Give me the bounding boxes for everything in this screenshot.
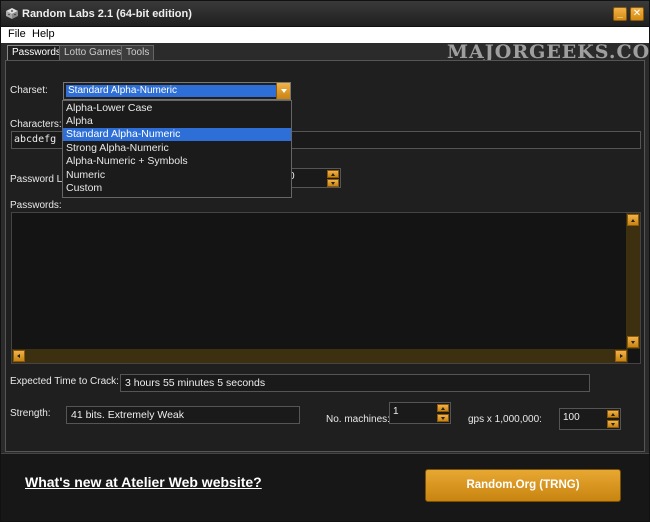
charset-option[interactable]: Alpha-Numeric + Symbols bbox=[63, 155, 291, 168]
charset-option[interactable]: Alpha-Lower Case bbox=[63, 102, 291, 115]
charset-option[interactable]: Alpha bbox=[63, 115, 291, 128]
menu-file[interactable]: File bbox=[8, 28, 26, 40]
password-length-spinner[interactable]: 0 bbox=[285, 168, 341, 188]
charset-option-selected[interactable]: Standard Alpha-Numeric bbox=[63, 128, 291, 141]
scroll-left-button[interactable] bbox=[13, 350, 25, 362]
charset-option[interactable]: Strong Alpha-Numeric bbox=[63, 142, 291, 155]
arrow-up-icon bbox=[631, 219, 635, 222]
charset-combobox[interactable]: Standard Alpha-Numeric bbox=[63, 82, 291, 100]
tab-tools[interactable]: Tools bbox=[121, 45, 155, 60]
machines-decrement-button[interactable] bbox=[437, 414, 449, 422]
gps-value: 100 bbox=[563, 412, 580, 423]
machines-value: 1 bbox=[393, 406, 399, 417]
arrow-down-icon bbox=[331, 182, 335, 185]
crack-time-value: 3 hours 55 minutes 5 seconds bbox=[120, 374, 590, 392]
gps-spinner[interactable]: 100 bbox=[559, 408, 621, 430]
scroll-right-button[interactable] bbox=[615, 350, 627, 362]
machines-increment-button[interactable] bbox=[437, 404, 449, 412]
scroll-up-button[interactable] bbox=[627, 214, 639, 226]
charset-option[interactable]: Numeric bbox=[63, 169, 291, 182]
chevron-down-icon bbox=[281, 89, 287, 93]
passwords-panel: Charset: Standard Alpha-Numeric Characte… bbox=[5, 60, 645, 452]
close-button[interactable]: ✕ bbox=[630, 7, 644, 21]
length-decrement-button[interactable] bbox=[327, 179, 339, 187]
passwords-output[interactable] bbox=[11, 212, 641, 364]
crack-time-label: Expected Time to Crack: bbox=[10, 376, 119, 387]
machines-spinner[interactable]: 1 bbox=[389, 402, 451, 424]
app-dice-icon bbox=[6, 8, 18, 19]
charset-label: Charset: bbox=[10, 85, 48, 96]
menu-help[interactable]: Help bbox=[32, 28, 55, 40]
arrow-up-icon bbox=[331, 173, 335, 176]
arrow-left-icon bbox=[17, 354, 20, 358]
strength-value: 41 bits. Extremely Weak bbox=[66, 406, 300, 424]
gps-label: gps x 1,000,000: bbox=[468, 414, 542, 425]
title-bar: Random Labs 2.1 (64-bit edition) _ ✕ bbox=[1, 1, 649, 27]
arrow-up-icon bbox=[441, 407, 445, 410]
arrow-up-icon bbox=[611, 413, 615, 416]
arrow-down-icon bbox=[631, 341, 635, 344]
gps-increment-button[interactable] bbox=[607, 410, 619, 418]
scroll-down-button[interactable] bbox=[627, 336, 639, 348]
charset-dropdown-list: Alpha-Lower Case Alpha Standard Alpha-Nu… bbox=[62, 100, 292, 198]
tab-lotto-games[interactable]: Lotto Games bbox=[59, 45, 127, 60]
random-org-button[interactable]: Random.Org (TRNG) bbox=[425, 469, 621, 502]
characters-label: Characters: bbox=[10, 119, 62, 130]
passwords-label: Passwords: bbox=[10, 200, 62, 211]
arrow-down-icon bbox=[441, 417, 445, 420]
length-increment-button[interactable] bbox=[327, 170, 339, 178]
minimize-button[interactable]: _ bbox=[613, 7, 627, 21]
footer-bar: What's new at Atelier Web website? Rando… bbox=[1, 453, 649, 521]
charset-dropdown-button[interactable] bbox=[276, 83, 290, 99]
horizontal-scrollbar[interactable] bbox=[12, 349, 628, 363]
whats-new-link[interactable]: What's new at Atelier Web website? bbox=[25, 474, 262, 490]
app-window: Random Labs 2.1 (64-bit edition) _ ✕ Fil… bbox=[0, 0, 650, 522]
machines-label: No. machines: bbox=[326, 414, 390, 425]
vertical-scrollbar[interactable] bbox=[626, 213, 640, 349]
gps-decrement-button[interactable] bbox=[607, 420, 619, 428]
strength-label: Strength: bbox=[10, 408, 51, 419]
window-title: Random Labs 2.1 (64-bit edition) bbox=[22, 8, 192, 20]
charset-option[interactable]: Custom bbox=[63, 182, 291, 195]
arrow-right-icon bbox=[620, 354, 623, 358]
charset-selected-value: Standard Alpha-Numeric bbox=[66, 85, 276, 97]
arrow-down-icon bbox=[611, 423, 615, 426]
tab-passwords[interactable]: Passwords bbox=[7, 45, 66, 61]
